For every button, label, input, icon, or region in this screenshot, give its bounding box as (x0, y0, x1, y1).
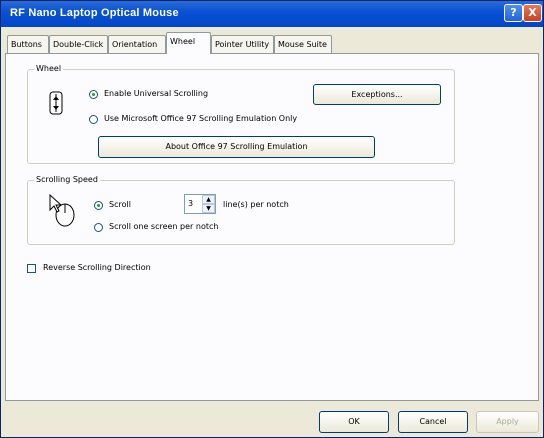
lines-per-notch-value[interactable]: 3 (188, 199, 193, 208)
close-button[interactable]: X (523, 4, 542, 22)
scroll-lines-label[interactable]: Scroll (109, 200, 131, 209)
tab-mouse-suite[interactable]: Mouse Suite (274, 35, 332, 53)
reverse-scrolling-label[interactable]: Reverse Scrolling Direction (43, 263, 151, 272)
wheel-tab-panel: Wheel Enable Universal Scrolling Excepti… (5, 53, 539, 401)
tab-orientation[interactable]: Orientation (108, 35, 166, 53)
wheel-group-label: Wheel (34, 64, 64, 73)
tab-double-click[interactable]: Double-Click (49, 35, 108, 53)
title-bar[interactable]: RF Nano Laptop Optical Mouse ? X (1, 1, 543, 27)
tab-buttons[interactable]: Buttons (7, 35, 49, 53)
window-title: RF Nano Laptop Optical Mouse (10, 7, 179, 19)
office97-emulation-radio[interactable] (89, 115, 98, 124)
scrolling-speed-label: Scrolling Speed (34, 175, 100, 184)
scroll-lines-radio[interactable] (94, 201, 103, 210)
spin-down-arrow-icon[interactable]: ▼ (202, 204, 215, 213)
enable-universal-scrolling-label[interactable]: Enable Universal Scrolling (104, 89, 208, 98)
scroll-wheel-icon (49, 91, 63, 115)
office97-emulation-label[interactable]: Use Microsoft Office 97 Scrolling Emulat… (104, 114, 297, 123)
tab-strip: Buttons Double-Click Orientation Wheel P… (5, 31, 539, 54)
wheel-group: Wheel Enable Universal Scrolling Excepti… (27, 64, 455, 164)
apply-button[interactable]: Apply (476, 411, 539, 433)
scrolling-speed-group: Scrolling Speed Scroll 3 ▲ ▼ line(s) per… (27, 175, 455, 245)
spin-up-arrow-icon[interactable]: ▲ (202, 195, 215, 204)
lines-per-notch-stepper[interactable]: 3 ▲ ▼ (184, 194, 216, 214)
exceptions-button[interactable]: Exceptions... (313, 84, 441, 105)
reverse-scrolling-checkbox[interactable] (27, 264, 36, 273)
about-office97-button[interactable]: About Office 97 Scrolling Emulation (98, 136, 375, 158)
ok-button[interactable]: OK (319, 411, 389, 433)
mouse-properties-window: RF Nano Laptop Optical Mouse ? X Buttons… (0, 0, 544, 438)
tab-wheel[interactable]: Wheel (166, 32, 211, 54)
cancel-button[interactable]: Cancel (398, 411, 468, 433)
tab-pointer-utility[interactable]: Pointer Utility (211, 35, 274, 53)
enable-universal-scrolling-radio[interactable] (89, 90, 98, 99)
scroll-one-screen-radio[interactable] (94, 223, 103, 232)
scroll-one-screen-label[interactable]: Scroll one screen per notch (109, 222, 218, 231)
help-button[interactable]: ? (504, 4, 523, 22)
lines-per-notch-suffix: line(s) per notch (223, 200, 289, 209)
mouse-pointer-icon (49, 193, 75, 227)
